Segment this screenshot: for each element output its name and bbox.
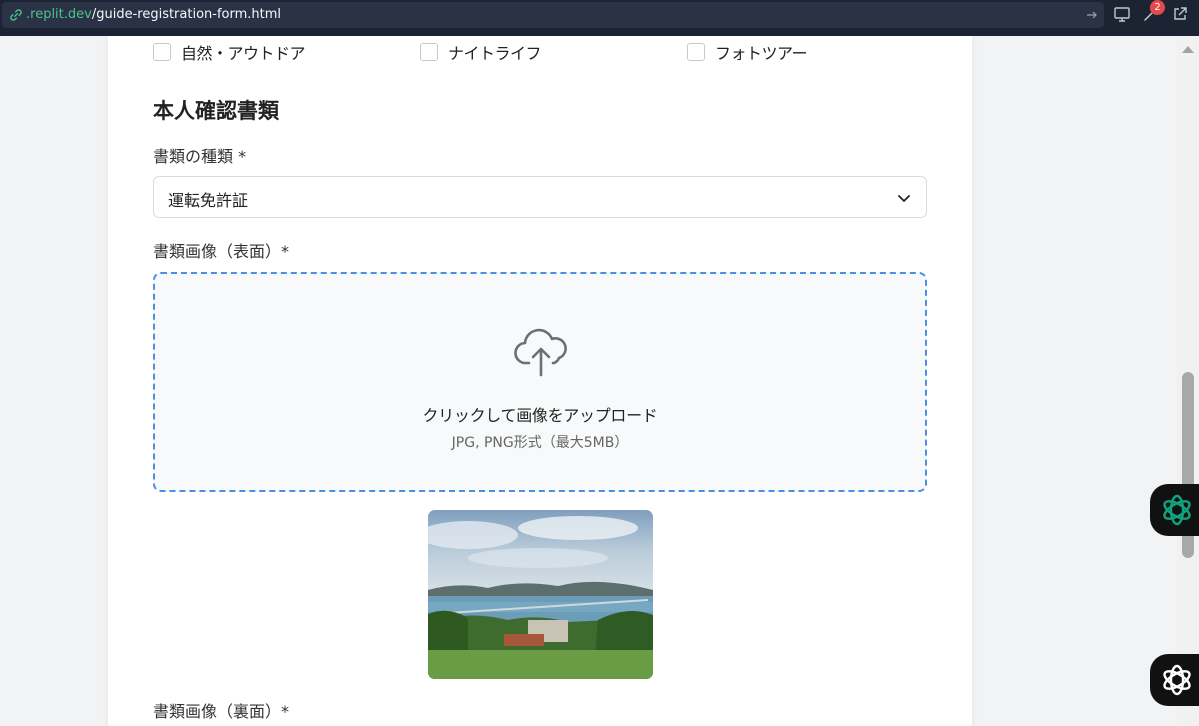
interest-checkbox[interactable] <box>687 43 705 61</box>
interest-option-nightlife[interactable]: ナイトライフ <box>420 42 542 63</box>
interest-label: 自然・アウトドア <box>181 44 306 63</box>
notification-badge: 2 <box>1150 0 1165 15</box>
page-viewport: 自然・アウトドア ナイトライフ フォトツアー 本人確認書類 書類の種類 * 運転… <box>0 36 1177 726</box>
doc-type-selected-value: 運転免許証 <box>168 191 249 210</box>
interest-checkbox[interactable] <box>420 43 438 61</box>
id-section-title: 本人確認書類 <box>153 99 279 123</box>
cloud-upload-icon <box>514 328 567 377</box>
url-text: .replit.dev/guide-registration-form.html <box>26 7 281 23</box>
browser-address-bar: .replit.dev/guide-registration-form.html… <box>0 0 1199 36</box>
front-image-upload-zone[interactable]: クリックして画像をアップロード JPG, PNG形式（最大5MB） <box>153 272 927 492</box>
upload-hint: JPG, PNG形式（最大5MB） <box>451 435 629 451</box>
interest-option-nature[interactable]: 自然・アウトドア <box>153 42 306 63</box>
openai-logo-white-icon <box>1163 664 1191 696</box>
link-icon <box>10 9 22 21</box>
vertical-scrollbar[interactable] <box>1177 36 1199 726</box>
back-image-label: 書類画像（裏面）* <box>153 702 290 721</box>
front-image-label: 書類画像（表面）* <box>153 242 290 261</box>
interest-checkbox[interactable] <box>153 43 171 61</box>
monitor-icon[interactable] <box>1113 5 1131 23</box>
chevron-down-icon <box>898 195 910 202</box>
url-path: /guide-registration-form.html <box>91 7 282 22</box>
url-field[interactable]: .replit.dev/guide-registration-form.html <box>2 2 1104 28</box>
landscape-photo <box>428 510 653 679</box>
registration-form-card: 自然・アウトドア ナイトライフ フォトツアー 本人確認書類 書類の種類 * 運転… <box>108 36 972 726</box>
openai-logo-icon <box>1163 494 1191 526</box>
ai-assistant-button[interactable] <box>1150 484 1199 536</box>
doc-type-label: 書類の種類 * <box>153 147 247 166</box>
url-domain: .replit.dev <box>26 7 92 22</box>
uploaded-image-preview <box>428 510 653 679</box>
chat-assistant-button[interactable] <box>1150 654 1199 706</box>
scroll-up-arrow-icon[interactable] <box>1181 44 1195 54</box>
doc-type-select[interactable]: 運転免許証 <box>153 176 927 218</box>
upload-instruction: クリックして画像をアップロード <box>422 406 658 425</box>
interest-option-phototour[interactable]: フォトツアー <box>687 42 808 63</box>
external-link-icon[interactable] <box>1171 5 1189 23</box>
arrow-right-icon[interactable] <box>1086 9 1098 21</box>
interest-label: フォトツアー <box>715 44 808 63</box>
interest-label: ナイトライフ <box>448 44 542 63</box>
